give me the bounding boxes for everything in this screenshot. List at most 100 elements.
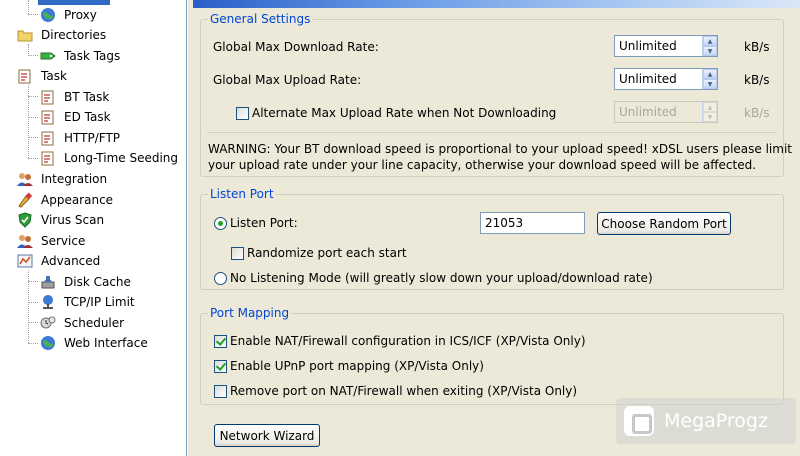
spinner-buttons[interactable]: ▲ ▼ <box>702 69 717 89</box>
nat-firewall-checkbox[interactable]: Enable NAT/Firewall configuration in ICS… <box>214 334 586 348</box>
nat-firewall-label: Enable NAT/Firewall configuration in ICS… <box>230 334 586 348</box>
sidebar-item-integration[interactable]: Integration <box>17 169 109 188</box>
unit-label: kB/s <box>744 40 770 54</box>
group-title: Port Mapping <box>208 306 292 320</box>
watermark-logo-icon <box>624 406 654 436</box>
unit-label: kB/s <box>744 106 770 120</box>
tree-line <box>28 281 38 282</box>
tree-line <box>28 0 29 14</box>
task-icon <box>40 130 56 146</box>
sidebar-item-bt-task[interactable]: BT Task <box>40 87 111 106</box>
checkbox-box[interactable] <box>214 359 227 373</box>
unit-label: kB/s <box>744 73 770 87</box>
randomize-port-label: Randomize port each start <box>247 246 407 260</box>
users-icon <box>17 233 33 249</box>
disk-icon <box>40 274 56 290</box>
advanced-icon <box>17 253 33 269</box>
separator <box>207 132 777 133</box>
alternate-upload-checkbox[interactable]: Alternate Max Upload Rate when Not Downl… <box>236 106 556 120</box>
tree-line <box>28 322 38 323</box>
max-download-label: Global Max Download Rate: <box>213 40 379 54</box>
settings-tree[interactable]: Proxy Directories Task Tags Task BT Task… <box>0 0 187 456</box>
max-upload-label: Global Max Upload Rate: <box>213 73 362 87</box>
alternate-upload-label: Alternate Max Upload Rate when Not Downl… <box>252 106 557 120</box>
group-title: General Settings <box>208 12 313 26</box>
watermark: MegaProgz <box>616 398 796 444</box>
spin-up-icon: ▲ <box>703 102 717 112</box>
tree-line <box>28 14 38 15</box>
no-listening-label: No Listening Mode (will greatly slow dow… <box>230 271 653 285</box>
tree-line <box>28 302 38 303</box>
checkbox-box[interactable] <box>214 384 227 398</box>
folder-icon <box>17 27 33 43</box>
spinner-buttons[interactable]: ▲ ▼ <box>702 36 717 56</box>
network-wizard-button[interactable]: Network Wizard <box>214 424 320 447</box>
sidebar-item-directories[interactable]: Directories <box>17 25 108 44</box>
choose-random-port-button[interactable]: Choose Random Port <box>597 212 731 235</box>
panel-header-strip <box>193 0 800 8</box>
max-upload-value[interactable]: Unlimited <box>615 69 702 89</box>
tree-line <box>28 96 38 97</box>
spinner-buttons: ▲ ▼ <box>702 102 717 122</box>
radio-dot[interactable] <box>214 271 227 285</box>
sidebar-item-appearance[interactable]: Appearance <box>17 190 115 209</box>
listen-port-radio[interactable]: Listen Port: <box>214 216 298 230</box>
group-title: Listen Port <box>208 187 276 201</box>
sidebar-item-scheduler[interactable]: Scheduler <box>40 313 126 332</box>
upnp-checkbox[interactable]: Enable UPnP port mapping (XP/Vista Only) <box>214 359 484 373</box>
sidebar-item-tcp-ip-limit[interactable]: TCP/IP Limit <box>40 292 137 311</box>
listen-port-label: Listen Port: <box>230 216 298 230</box>
spin-down-icon: ▼ <box>703 112 717 122</box>
remove-port-label: Remove port on NAT/Firewall when exiting… <box>230 384 578 398</box>
settings-panel: General Settings Global Max Download Rat… <box>193 0 800 456</box>
spin-down-icon[interactable]: ▼ <box>703 46 717 56</box>
sidebar-item-virus-scan[interactable]: Virus Scan <box>17 210 106 229</box>
tag-icon <box>40 48 56 64</box>
sidebar-item-web-interface[interactable]: Web Interface <box>40 333 150 352</box>
spin-down-icon[interactable]: ▼ <box>703 79 717 89</box>
tree-line <box>28 137 38 138</box>
checkbox-box[interactable] <box>231 246 244 260</box>
checkbox-box[interactable] <box>214 334 227 348</box>
randomize-port-checkbox[interactable]: Randomize port each start <box>231 246 407 260</box>
upnp-label: Enable UPnP port mapping (XP/Vista Only) <box>230 359 484 373</box>
task-icon <box>17 68 33 84</box>
sidebar-item-long-time-seeding[interactable]: Long-Time Seeding <box>40 148 180 167</box>
shield-icon <box>17 211 33 228</box>
sidebar-item-proxy[interactable]: Proxy <box>40 5 99 24</box>
sidebar-item-task-tags[interactable]: Task Tags <box>40 46 122 65</box>
sidebar-item-http-ftp[interactable]: HTTP/FTP <box>40 128 122 147</box>
task-icon <box>40 89 56 105</box>
max-upload-spinner[interactable]: Unlimited ▲ ▼ <box>614 68 718 90</box>
tree-line <box>28 117 38 118</box>
spin-up-icon[interactable]: ▲ <box>703 69 717 79</box>
tree-line <box>28 158 38 159</box>
sidebar-item-service[interactable]: Service <box>17 231 87 250</box>
globe-icon <box>40 335 56 351</box>
alternate-upload-spinner: Unlimited ▲ ▼ <box>614 101 718 123</box>
remove-port-checkbox[interactable]: Remove port on NAT/Firewall when exiting… <box>214 384 577 398</box>
paint-icon <box>17 191 33 208</box>
sidebar-item-ed-task[interactable]: ED Task <box>40 107 113 126</box>
spin-up-icon[interactable]: ▲ <box>703 36 717 46</box>
tree-line <box>28 343 38 344</box>
users-icon <box>17 171 33 187</box>
sidebar-item-disk-cache[interactable]: Disk Cache <box>40 272 133 291</box>
scheduler-icon <box>40 315 56 331</box>
sidebar-item-task[interactable]: Task <box>17 66 69 85</box>
task-icon <box>40 150 56 166</box>
network-icon <box>40 294 56 310</box>
tree-line <box>28 55 38 56</box>
max-download-value[interactable]: Unlimited <box>615 36 702 56</box>
task-icon <box>40 109 56 125</box>
globe-icon <box>40 7 56 23</box>
checkbox-box[interactable] <box>236 106 249 120</box>
watermark-text: MegaProgz <box>664 410 768 432</box>
radio-dot[interactable] <box>214 216 227 230</box>
listen-port-input[interactable]: 21053 <box>480 212 585 234</box>
alternate-upload-value: Unlimited <box>619 105 677 119</box>
max-download-spinner[interactable]: Unlimited ▲ ▼ <box>614 35 718 57</box>
bandwidth-warning: WARNING: Your BT download speed is propo… <box>208 142 792 172</box>
sidebar-item-advanced[interactable]: Advanced <box>17 251 102 270</box>
no-listening-radio[interactable]: No Listening Mode (will greatly slow dow… <box>214 271 653 285</box>
